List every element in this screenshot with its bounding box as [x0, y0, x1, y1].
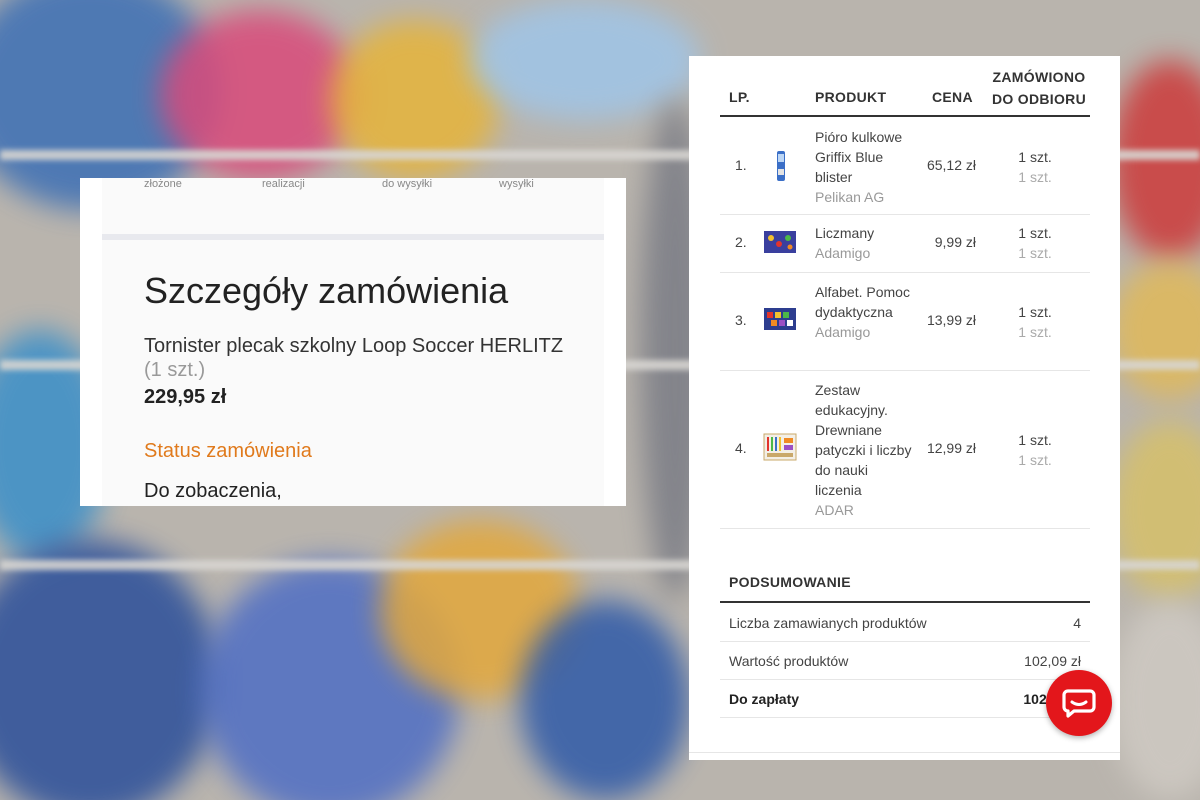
product-name: Pióro kulkowe Griffix Blue blister [815, 129, 903, 185]
product-price: 229,95 zł [144, 386, 227, 408]
product-name: Alfabet. Pomoc dydaktyczna [815, 284, 910, 320]
quantity-ordered: 1 szt. [1018, 149, 1052, 165]
row-number: 2. [735, 234, 747, 250]
quantity-pickup: 1 szt. [1018, 169, 1052, 185]
quantity-cell: 1 szt. 1 szt. [1010, 223, 1060, 263]
column-header-product: PRODUKT [815, 89, 887, 105]
row-number: 3. [735, 312, 747, 328]
quantity-ordered: 1 szt. [1018, 432, 1052, 448]
summary-value: 102,09 zł [1024, 653, 1081, 669]
sticks-set-icon [762, 432, 798, 461]
summary-title: PODSUMOWANIE [729, 574, 851, 590]
quantity-cell: 1 szt. 1 szt. [1010, 302, 1060, 342]
summary-row-value: Wartość produktów 102,09 zł [720, 641, 1090, 680]
product-cell: Alfabet. Pomoc dydaktyczna Adamigo [815, 282, 915, 342]
summary-label: Wartość produktów [729, 653, 849, 669]
product-brand: Adamigo [815, 324, 871, 340]
quantity-ordered: 1 szt. [1018, 225, 1052, 241]
quantity-pickup: 1 szt. [1018, 452, 1052, 468]
table-row: 3. Alfabet. Pomoc dydaktyczna Adamigo 13… [720, 272, 1090, 371]
order-progress-steps: złożone realizacji do wysyłki wysyłki [102, 178, 604, 196]
step-label: do wysyłki [382, 178, 433, 190]
order-details-title: Szczegóły zamówienia [144, 270, 509, 311]
closing-text: Do zobaczenia, [144, 480, 282, 502]
alphabet-box-icon [762, 306, 798, 332]
column-header-ordered-line1: ZAMÓWIONO [992, 69, 1086, 85]
product-price: 9,99 zł [934, 234, 976, 250]
product-quantity: (1 szt.) [144, 359, 206, 381]
order-email-card: złożone realizacji do wysyłki wysyłki Sz… [80, 178, 626, 506]
divider [102, 234, 604, 240]
quantity-pickup: 1 szt. [1018, 245, 1052, 261]
summary-label: Do zapłaty [729, 691, 800, 707]
chat-button[interactable] [1046, 670, 1112, 736]
summary-row-total: Do zapłaty 102,09 zł [720, 679, 1090, 718]
product-price: 12,99 zł [926, 440, 976, 456]
product-brand: Pelikan AG [815, 189, 885, 205]
product-price: 13,99 zł [926, 312, 976, 328]
step-label: złożone [144, 178, 182, 190]
product-brand: Adamigo [815, 245, 871, 261]
order-status-link[interactable]: Status zamówienia [144, 440, 312, 463]
product-cell: Liczmany Adamigo [815, 223, 915, 263]
column-header-ordered: ZAMÓWIONO DO ODBIORU [988, 66, 1090, 110]
counters-box-icon [762, 229, 798, 255]
product-brand: ADAR [815, 502, 854, 518]
summary-label: Liczba zamawianych produktów [729, 615, 927, 631]
column-header-ordered-line2: DO ODBIORU [992, 91, 1086, 107]
divider [689, 752, 1120, 753]
summary-row-count: Liczba zamawianych produktów 4 [720, 603, 1090, 642]
step-label: wysyłki [499, 178, 534, 190]
quantity-cell: 1 szt. 1 szt. [1010, 147, 1060, 187]
table-row: 1. Pióro kulkowe Griffix Blue blister Pe… [720, 117, 1090, 215]
quantity-cell: 1 szt. 1 szt. [1010, 430, 1060, 470]
summary-value: 4 [1073, 615, 1081, 631]
quantity-ordered: 1 szt. [1018, 304, 1052, 320]
pen-product-icon [762, 149, 798, 181]
row-number: 1. [735, 157, 747, 173]
column-header-price: CENA [932, 89, 973, 105]
ordered-product: Tornister plecak szkolny Loop Soccer HER… [144, 334, 564, 382]
product-price: 65,12 zł [926, 157, 976, 173]
product-cell: Pióro kulkowe Griffix Blue blister Pelik… [815, 127, 915, 207]
product-name: Tornister plecak szkolny Loop Soccer HER… [144, 335, 564, 357]
step-label: realizacji [262, 178, 305, 190]
product-name: Zestaw edukacyjny. Drewniane patyczki i … [815, 382, 912, 498]
row-number: 4. [735, 440, 747, 456]
product-cell: Zestaw edukacyjny. Drewniane patyczki i … [815, 380, 915, 520]
product-name: Liczmany [815, 225, 875, 241]
quantity-pickup: 1 szt. [1018, 324, 1052, 340]
table-row: 2. Liczmany Adamigo 9,99 zł 1 szt. 1 szt… [720, 214, 1090, 273]
chat-bubble-icon [1062, 689, 1096, 718]
column-header-lp: LP. [729, 89, 750, 105]
order-summary-card: LP. PRODUKT CENA ZAMÓWIONO DO ODBIORU 1.… [689, 56, 1120, 760]
email-content: złożone realizacji do wysyłki wysyłki Sz… [102, 178, 604, 506]
table-row: 4. Zestaw edukacyjny. Drewniane patyczki… [720, 370, 1090, 529]
